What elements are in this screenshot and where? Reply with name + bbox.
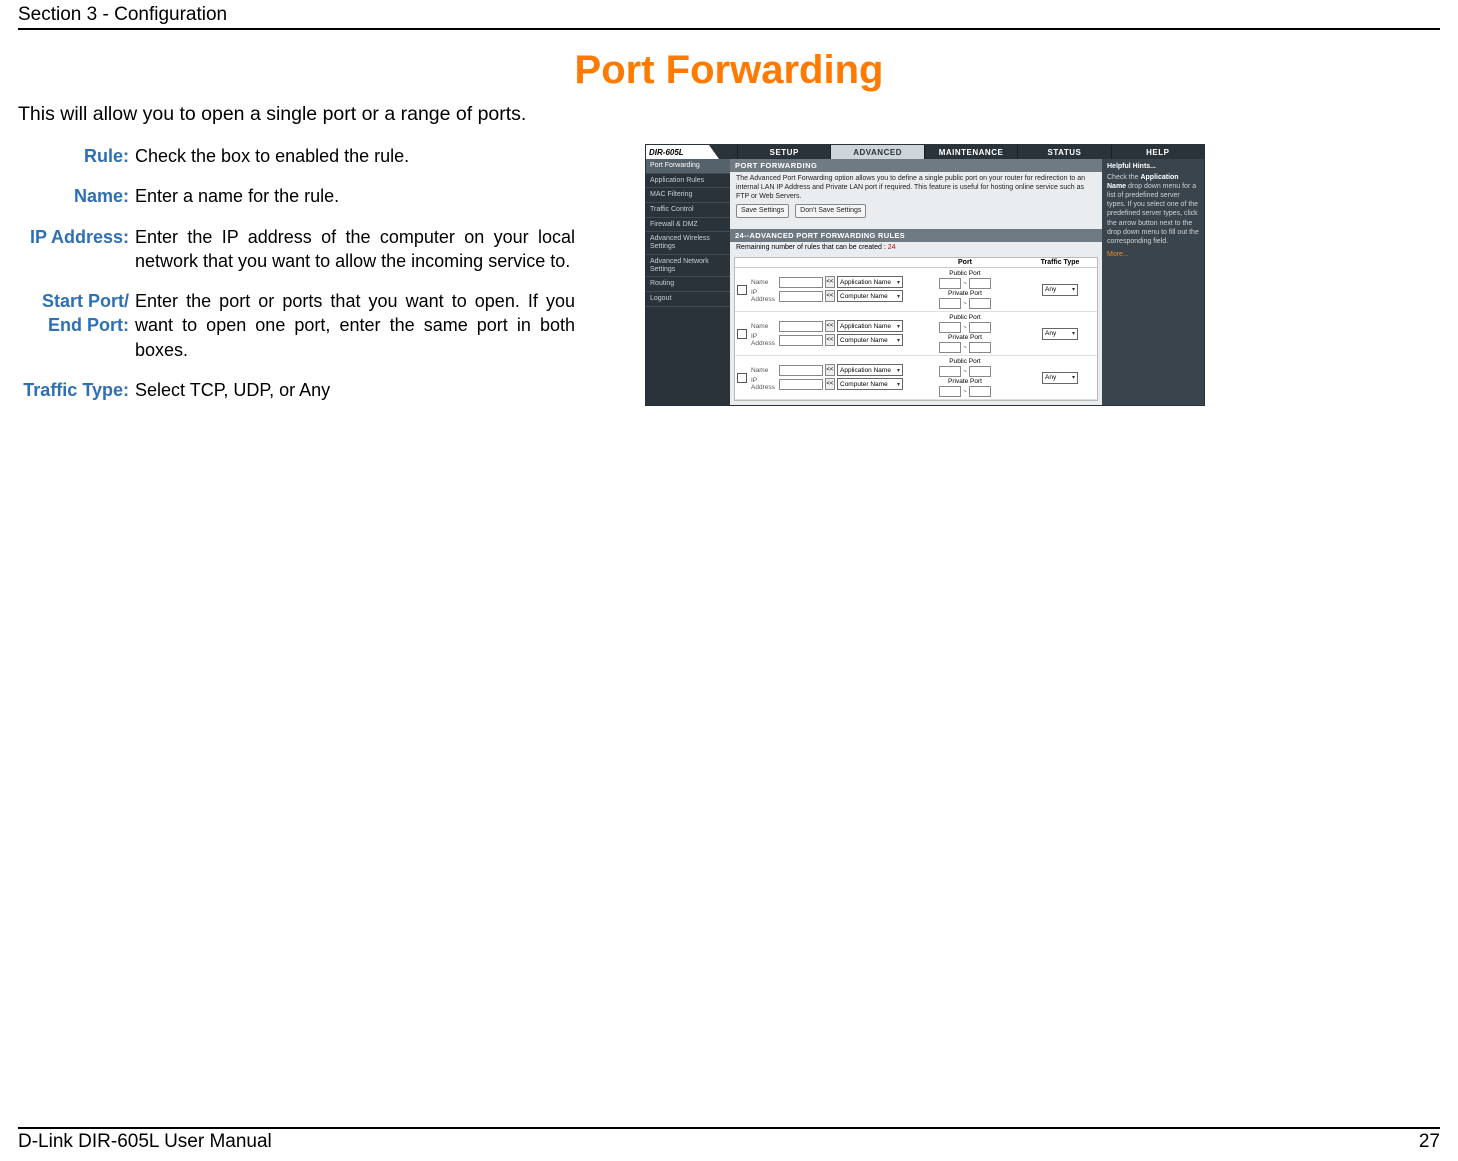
footer-page: 27 (1419, 1131, 1440, 1153)
save-settings-button[interactable]: Save Settings (736, 204, 789, 218)
sidebar-item-advwireless[interactable]: Advanced Wireless Settings (646, 232, 730, 254)
help-more-link[interactable]: More... (1107, 250, 1199, 259)
apply-app-button[interactable]: << (825, 364, 835, 376)
apply-app-button[interactable]: << (825, 276, 835, 288)
ip-input[interactable] (779, 379, 822, 390)
def-port: Enter the port or ports that you want to… (135, 289, 575, 362)
rules-section-title: 24--ADVANCED PORT FORWARDING RULES (730, 229, 1102, 242)
sidebar-item-portforwarding[interactable]: Port Forwarding (646, 159, 730, 174)
router-sidebar: Port Forwarding Application Rules MAC Fi… (646, 159, 730, 405)
sidebar-item-traffic[interactable]: Traffic Control (646, 203, 730, 218)
apply-computer-button[interactable]: << (825, 290, 835, 302)
term-traffic: Traffic Type: (18, 378, 131, 402)
tab-maintenance[interactable]: MAINTENANCE (924, 145, 1017, 159)
page-title: Port Forwarding (18, 48, 1440, 93)
footer-manual: D-Link DIR-605L User Manual (18, 1131, 272, 1153)
sidebar-item-macfilter[interactable]: MAC Filtering (646, 188, 730, 203)
application-name-select[interactable]: Application Name▾ (837, 276, 903, 288)
private-port-end-input[interactable] (969, 298, 991, 309)
tab-help[interactable]: HELP (1111, 145, 1204, 159)
rule-enable-checkbox[interactable] (737, 285, 747, 295)
panel-title: PORT FORWARDING (730, 159, 1102, 172)
private-port-end-input[interactable] (969, 386, 991, 397)
private-port-start-input[interactable] (939, 342, 961, 353)
col-port: Port (905, 259, 1025, 266)
def-ip: Enter the IP address of the computer on … (135, 225, 575, 274)
public-port-end-input[interactable] (969, 322, 991, 333)
private-port-end-input[interactable] (969, 342, 991, 353)
rule-enable-checkbox[interactable] (737, 329, 747, 339)
term-port: Start Port/ End Port: (18, 289, 131, 362)
name-input[interactable] (779, 321, 822, 332)
def-rule: Check the box to enabled the rule. (135, 144, 575, 168)
sidebar-item-firewall[interactable]: Firewall & DMZ (646, 218, 730, 233)
helpful-hints-panel: Helpful Hints... Check the Application N… (1102, 159, 1204, 405)
definition-list: Rule: Check the box to enabled the rule.… (18, 144, 575, 402)
router-screenshot: DIR-605L SETUP ADVANCED MAINTENANCE STAT… (645, 144, 1205, 406)
sidebar-item-routing[interactable]: Routing (646, 277, 730, 292)
term-rule: Rule: (18, 144, 131, 168)
term-ip: IP Address: (18, 225, 131, 274)
tab-advanced[interactable]: ADVANCED (830, 145, 923, 159)
name-input[interactable] (779, 277, 822, 288)
dont-save-settings-button[interactable]: Don't Save Settings (795, 204, 866, 218)
apply-app-button[interactable]: << (825, 320, 835, 332)
table-row: Name<<Application Name▾IP Address<<Compu… (735, 268, 1097, 312)
traffic-type-select[interactable]: Any▾ (1042, 328, 1078, 340)
name-input[interactable] (779, 365, 822, 376)
table-row: Name<<Application Name▾IP Address<<Compu… (735, 356, 1097, 400)
public-port-start-input[interactable] (939, 366, 961, 377)
sidebar-item-apprules[interactable]: Application Rules (646, 174, 730, 189)
public-port-start-input[interactable] (939, 278, 961, 289)
traffic-type-select[interactable]: Any▾ (1042, 284, 1078, 296)
public-port-end-input[interactable] (969, 278, 991, 289)
computer-name-select[interactable]: Computer Name▾ (837, 378, 903, 390)
rules-table: Port Traffic Type Name<<Application Name… (734, 257, 1098, 401)
apply-computer-button[interactable]: << (825, 334, 835, 346)
public-port-start-input[interactable] (939, 322, 961, 333)
intro-text: This will allow you to open a single por… (18, 103, 1440, 126)
application-name-select[interactable]: Application Name▾ (837, 364, 903, 376)
sidebar-item-advnetwork[interactable]: Advanced Network Settings (646, 255, 730, 277)
computer-name-select[interactable]: Computer Name▾ (837, 334, 903, 346)
help-body: Check the Application Name drop down men… (1107, 173, 1199, 246)
tab-status[interactable]: STATUS (1017, 145, 1110, 159)
section-header: Section 3 - Configuration (18, 0, 1440, 30)
ip-input[interactable] (779, 335, 822, 346)
private-port-start-input[interactable] (939, 298, 961, 309)
table-row: Name<<Application Name▾IP Address<<Compu… (735, 312, 1097, 356)
def-traffic: Select TCP, UDP, or Any (135, 378, 575, 402)
computer-name-select[interactable]: Computer Name▾ (837, 290, 903, 302)
panel-description: The Advanced Port Forwarding option allo… (736, 175, 1096, 201)
col-traffic: Traffic Type (1025, 259, 1095, 266)
tab-setup[interactable]: SETUP (737, 145, 830, 159)
sidebar-item-logout[interactable]: Logout (646, 292, 730, 307)
term-name: Name: (18, 184, 131, 208)
model-label: DIR-605L (646, 145, 709, 159)
help-title: Helpful Hints... (1107, 162, 1199, 171)
ip-input[interactable] (779, 291, 822, 302)
application-name-select[interactable]: Application Name▾ (837, 320, 903, 332)
def-name: Enter a name for the rule. (135, 184, 575, 208)
traffic-type-select[interactable]: Any▾ (1042, 372, 1078, 384)
rules-remaining-note: Remaining number of rules that can be cr… (730, 242, 1102, 253)
public-port-end-input[interactable] (969, 366, 991, 377)
private-port-start-input[interactable] (939, 386, 961, 397)
rule-enable-checkbox[interactable] (737, 373, 747, 383)
apply-computer-button[interactable]: << (825, 378, 835, 390)
